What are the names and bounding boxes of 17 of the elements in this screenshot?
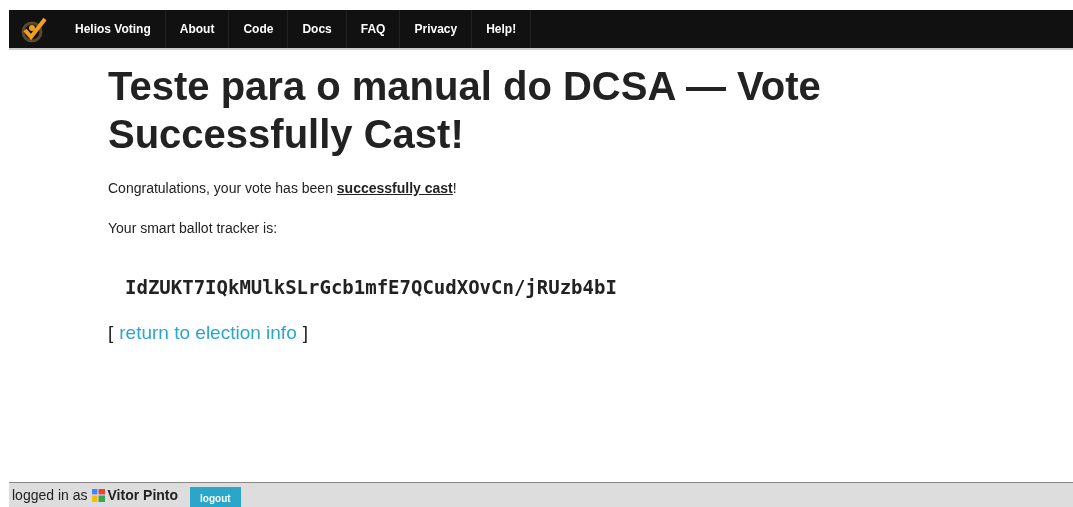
nav-link[interactable]: Helios Voting [59,10,166,48]
logo-icon [20,15,48,43]
bracket: ] [302,322,308,344]
page-heading: Teste para o manual do DCSA — Vote Successfully Cast! [108,63,822,158]
nav-link[interactable]: Code [229,10,289,48]
confirmation-message: Congratulations, your vote has been successfully cast! [108,180,458,196]
login-status-text: logged in as [12,487,88,503]
bracket: [ [108,322,114,344]
nav-link[interactable]: Help! [472,10,532,48]
google-icon [91,488,105,502]
user-name: Vitor Pinto [107,487,179,503]
nav-link[interactable]: FAQ [346,10,401,48]
nav-link[interactable]: About [165,10,230,48]
ballot-tracker-code: IdZUKT7IQkMUlkSLrGcb1mfE7QCudXOvCn/jRUzb4bI [125,276,617,298]
nav-link[interactable]: Privacy [400,10,473,48]
nav-link[interactable]: Docs [288,10,347,48]
tracker-label: Your smart ballot tracker is: [108,220,279,236]
